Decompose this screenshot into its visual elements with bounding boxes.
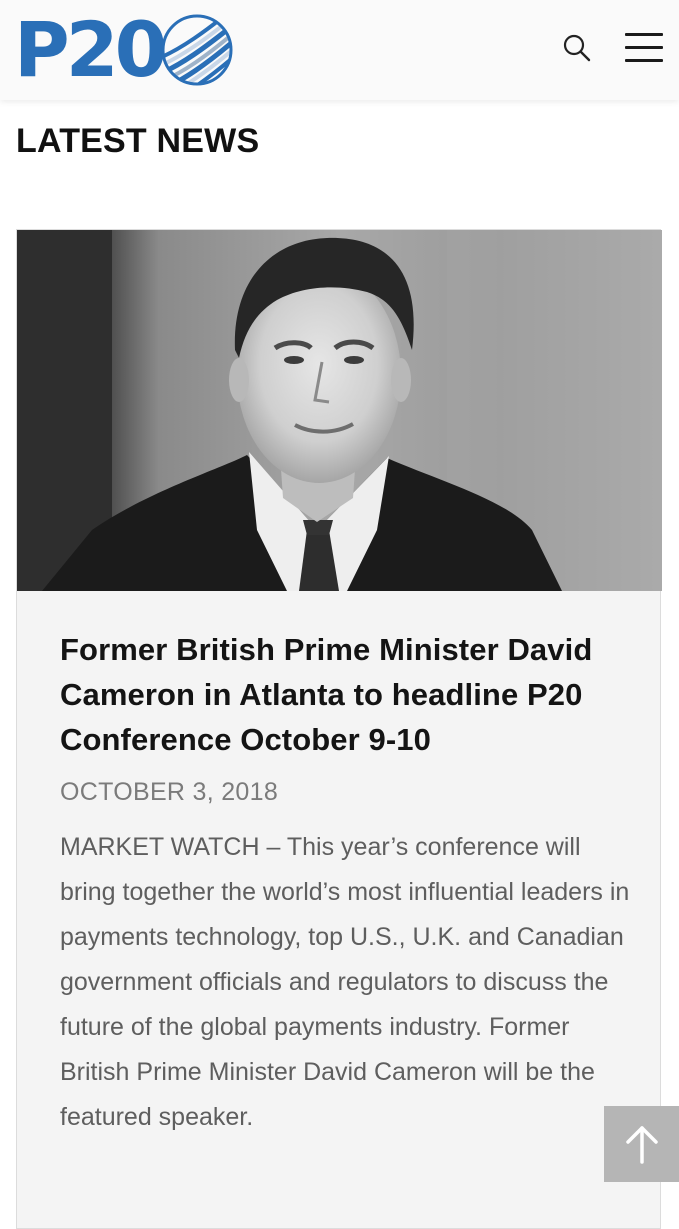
section-title: LATEST NEWS bbox=[16, 122, 260, 160]
search-button[interactable] bbox=[559, 30, 595, 66]
menu-line-icon bbox=[625, 33, 663, 36]
hamburger-menu-button[interactable] bbox=[622, 30, 666, 66]
logo-text: P20 bbox=[14, 5, 167, 94]
back-to-top-button[interactable] bbox=[604, 1106, 679, 1182]
menu-line-icon bbox=[625, 46, 663, 49]
article-date: OCTOBER 3, 2018 bbox=[60, 778, 279, 806]
news-article-card[interactable]: Former British Prime Minister David Came… bbox=[16, 229, 662, 1229]
article-excerpt: MARKET WATCH – This year’s conference wi… bbox=[60, 833, 630, 1131]
site-logo[interactable]: P20 bbox=[14, 10, 235, 90]
article-body: Former British Prime Minister David Came… bbox=[60, 627, 630, 1140]
menu-line-icon bbox=[625, 59, 663, 62]
globe-logo-icon bbox=[161, 14, 233, 86]
search-icon bbox=[563, 34, 591, 62]
portrait-image bbox=[17, 230, 662, 591]
arrow-up-icon bbox=[625, 1126, 658, 1164]
article-title[interactable]: Former British Prime Minister David Came… bbox=[60, 627, 630, 762]
site-header: P20 bbox=[0, 0, 679, 100]
article-image[interactable] bbox=[17, 230, 662, 591]
